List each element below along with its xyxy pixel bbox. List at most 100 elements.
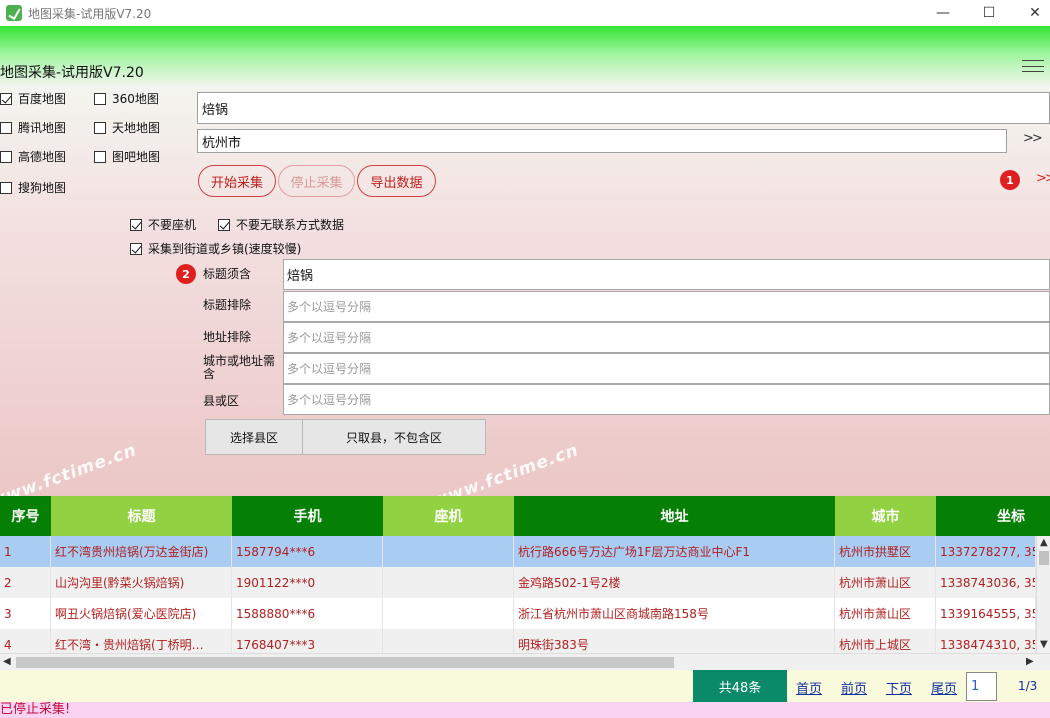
checkbox-box[interactable] (94, 121, 106, 134)
expand-chevron-icon[interactable]: >> (1023, 131, 1043, 146)
source-360-checkbox[interactable]: 360地图 (94, 90, 159, 107)
district-button-group: 选择县区 只取县，不包含区 (205, 419, 486, 455)
column-header-mobile[interactable]: 手机 (232, 496, 383, 536)
cell-index: 1 (0, 536, 51, 567)
source-label: 图吧地图 (112, 150, 161, 164)
total-count: 共48条 (693, 670, 787, 702)
source-baidu-checkbox[interactable]: 百度地图 (0, 90, 66, 107)
cell-coords: 1338743036, 35062 (936, 567, 1036, 598)
option-label: 不要座机 (148, 218, 197, 232)
column-header-title[interactable]: 标题 (51, 496, 232, 536)
column-header-coords[interactable]: 坐标 (936, 496, 1050, 536)
option-label: 不要无联系方式数据 (236, 218, 345, 232)
cell-index: 3 (0, 598, 51, 629)
title-exclude-label: 标题排除 (203, 298, 252, 312)
select-district-button[interactable]: 选择县区 (206, 420, 303, 454)
cell-mobile: 1587794***6 (232, 536, 383, 567)
source-tencent-checkbox[interactable]: 腾讯地图 (0, 119, 66, 136)
window-title: 地图采集-试用版V7.20 (28, 6, 152, 21)
maximize-button[interactable]: ☐ (966, 0, 1012, 26)
cell-mobile: 1901122***0 (232, 567, 383, 598)
cell-mobile: 1588880***6 (232, 598, 383, 629)
vertical-scrollbar[interactable]: ▲ ▼ (1036, 536, 1050, 660)
cell-title: 山沟沟里(黔菜火锅焙锅) (51, 567, 232, 598)
results-table: 序号 标题 手机 座机 地址 城市 坐标 1 红不湾贵州焙锅(万达金街店) 15… (0, 496, 1050, 670)
last-page-link[interactable]: 尾页 (931, 678, 957, 697)
city-include-input[interactable]: 多个以逗号分隔 (283, 353, 1050, 384)
column-header-city[interactable]: 城市 (835, 496, 936, 536)
checkbox-box[interactable] (218, 218, 230, 231)
stop-button[interactable]: 停止采集 (278, 165, 355, 197)
cell-index: 2 (0, 567, 51, 598)
source-label: 360地图 (112, 92, 159, 106)
step-badge-2: 2 (176, 264, 196, 284)
column-header-landline[interactable]: 座机 (383, 496, 514, 536)
status-bar: 已停止采集! (0, 702, 1050, 718)
source-label: 搜狗地图 (18, 181, 67, 195)
source-tianditu-checkbox[interactable]: 天地地图 (94, 119, 160, 136)
street-level-checkbox[interactable]: 采集到街道或乡镇(速度较慢) (130, 240, 301, 257)
county-only-button[interactable]: 只取县，不包含区 (303, 420, 485, 454)
checkbox-box[interactable] (0, 150, 12, 163)
district-input[interactable]: 多个以逗号分隔 (283, 384, 1050, 415)
checkbox-box[interactable] (94, 92, 106, 105)
table-row[interactable]: 2 山沟沟里(黔菜火锅焙锅) 1901122***0 金鸡路502-1号2楼 杭… (0, 567, 1050, 598)
no-landline-checkbox[interactable]: 不要座机 (130, 216, 196, 233)
pagination-bar: 共48条 首页 前页 下页 尾页 1 1/3 (0, 670, 1050, 702)
prev-page-link[interactable]: 前页 (841, 678, 867, 697)
page-number-input[interactable]: 1 (966, 672, 997, 701)
next-page-link[interactable]: 下页 (886, 678, 912, 697)
step-badge-1: 1 (1000, 170, 1020, 190)
title-exclude-input[interactable]: 多个以逗号分隔 (283, 291, 1050, 322)
export-button[interactable]: 导出数据 (357, 165, 436, 197)
title-include-label: 标题须含 (203, 267, 252, 281)
cell-landline (383, 598, 514, 629)
district-label: 县或区 (203, 394, 240, 408)
column-header-index[interactable]: 序号 (0, 496, 51, 536)
app-heading: 地图采集-试用版V7.20 (0, 65, 144, 81)
table-header: 序号 标题 手机 座机 地址 城市 坐标 (0, 496, 1050, 536)
cell-title: 啊丑火锅焙锅(爱心医院店) (51, 598, 232, 629)
vertical-scroll-thumb[interactable] (1039, 551, 1049, 565)
column-header-address[interactable]: 地址 (514, 496, 835, 536)
cell-coords: 1339164555, 35033 (936, 598, 1036, 629)
page-count: 1/3 (1018, 679, 1038, 693)
horizontal-scroll-thumb[interactable] (16, 657, 674, 668)
checkbox-box[interactable] (94, 150, 106, 163)
source-mapbar-checkbox[interactable]: 图吧地图 (94, 148, 160, 165)
checkbox-box[interactable] (130, 242, 142, 255)
city-include-label: 城市或地址需含 (203, 354, 276, 381)
first-page-link[interactable]: 首页 (796, 678, 822, 697)
title-include-input[interactable]: 焙锅 (283, 259, 1050, 290)
more-chevron-icon[interactable]: >> (1036, 171, 1050, 186)
checkbox-box[interactable] (0, 181, 12, 194)
scroll-right-icon[interactable]: ▶ (1026, 656, 1034, 667)
checkbox-box[interactable] (0, 92, 12, 105)
source-label: 腾讯地图 (18, 121, 67, 135)
table-body: 1 红不湾贵州焙锅(万达金街店) 1587794***6 杭行路666号万达广场… (0, 536, 1050, 660)
checkbox-box[interactable] (130, 218, 142, 231)
cell-address: 杭行路666号万达广场1F层万达商业中心F1 (514, 536, 835, 567)
settings-panel: 地图采集-试用版V7.20 百度地图 360地图 腾讯地图 天地地图 高德地图 … (0, 26, 1050, 512)
horizontal-scrollbar[interactable]: ◀ ▶ (0, 653, 1050, 670)
app-logo-icon (6, 5, 22, 21)
source-gaode-checkbox[interactable]: 高德地图 (0, 148, 66, 165)
scroll-left-icon[interactable]: ◀ (3, 656, 11, 667)
option-label: 采集到街道或乡镇(速度较慢) (148, 242, 302, 256)
address-exclude-input[interactable]: 多个以逗号分隔 (283, 322, 1050, 353)
table-row[interactable]: 3 啊丑火锅焙锅(爱心医院店) 1588880***6 浙江省杭州市萧山区商城南… (0, 598, 1050, 629)
no-contactless-checkbox[interactable]: 不要无联系方式数据 (218, 216, 344, 233)
menu-icon[interactable] (1022, 60, 1044, 72)
close-button[interactable]: ✕ (1012, 0, 1050, 26)
scroll-up-icon[interactable]: ▲ (1040, 537, 1048, 548)
scroll-down-icon[interactable]: ▼ (1040, 639, 1048, 650)
checkbox-box[interactable] (0, 121, 12, 134)
cell-address: 浙江省杭州市萧山区商城南路158号 (514, 598, 835, 629)
source-sogou-checkbox[interactable]: 搜狗地图 (0, 179, 66, 196)
minimize-button[interactable]: — (920, 0, 966, 26)
table-row[interactable]: 1 红不湾贵州焙锅(万达金街店) 1587794***6 杭行路666号万达广场… (0, 536, 1050, 567)
city-input[interactable]: 杭州市 (197, 129, 1007, 153)
start-button[interactable]: 开始采集 (198, 165, 276, 197)
cell-city: 杭州市萧山区 (835, 567, 936, 598)
keyword-input[interactable]: 焙锅 (197, 92, 1050, 124)
